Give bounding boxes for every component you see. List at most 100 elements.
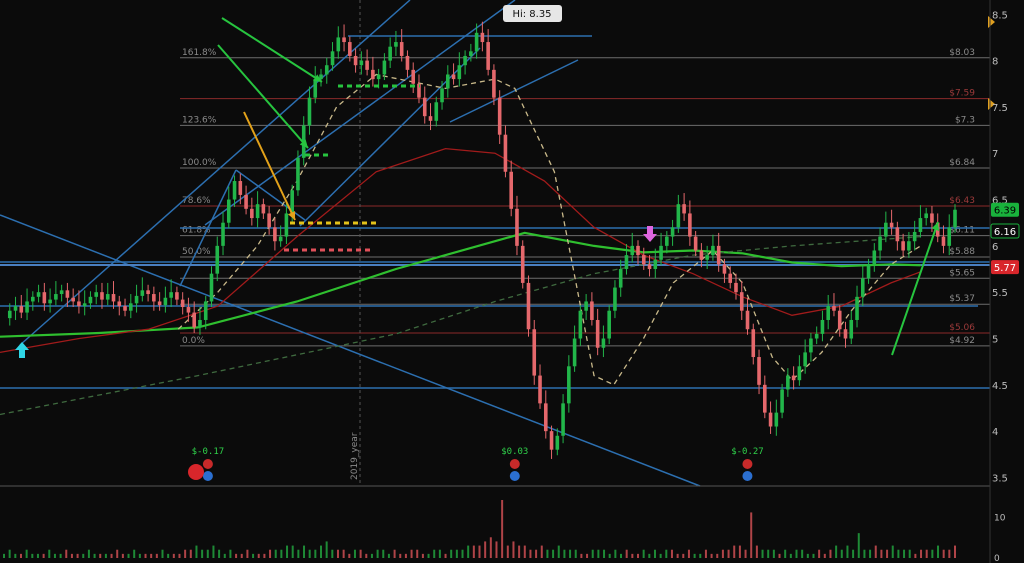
volume-bar	[925, 549, 928, 558]
candle-body	[296, 157, 300, 191]
volume-bar	[331, 549, 334, 558]
volume-bar	[608, 553, 611, 558]
candle-body	[273, 227, 277, 242]
volume-bar	[291, 545, 294, 558]
candle-body	[486, 42, 490, 70]
candle-body	[192, 312, 196, 328]
volume-bar	[359, 549, 362, 558]
volume-bar	[376, 549, 379, 558]
volume-bar	[557, 545, 560, 558]
candle-body	[140, 290, 145, 296]
price-chart[interactable]: 161.8% $8.03$7.59123.6% $7.3100.0% $6.8478.…	[0, 0, 1024, 563]
volume-bar	[540, 545, 543, 558]
earnings-icon	[509, 459, 520, 469]
volume-bar	[653, 549, 656, 558]
y-tick-label: 7.5	[992, 103, 1008, 114]
candle-body	[739, 292, 744, 311]
candle-body	[601, 338, 606, 348]
volume-bar	[620, 553, 623, 558]
candle-body	[515, 208, 519, 246]
candle-body	[77, 301, 81, 307]
volume-bar	[110, 553, 113, 558]
fib-price-label: $8.03	[949, 48, 975, 58]
candle-body	[244, 194, 248, 209]
candle-body	[100, 292, 104, 300]
candle-body	[175, 292, 179, 300]
candle-body	[7, 310, 12, 319]
candle-body	[376, 74, 381, 80]
volume-bar	[733, 545, 736, 558]
candle-body	[607, 310, 611, 339]
volume-bar	[535, 549, 538, 558]
volume-bar	[461, 549, 464, 558]
candle-body	[572, 338, 577, 367]
volume-bar	[818, 549, 821, 558]
candle-body	[751, 329, 756, 358]
candle-body	[768, 412, 773, 427]
candle-body	[463, 55, 467, 66]
candle-body	[716, 245, 721, 265]
candle-body	[457, 65, 462, 80]
candle-body	[797, 366, 802, 381]
volume-bar	[393, 549, 396, 558]
candle-body	[388, 46, 392, 61]
volume-bar	[529, 549, 532, 558]
candle-body	[855, 296, 859, 320]
y-tick-label: 6	[992, 242, 998, 253]
candle-body	[866, 264, 871, 279]
candle-body	[832, 306, 836, 311]
candle-body	[705, 255, 709, 260]
volume-bar	[410, 549, 413, 558]
candle-body	[428, 116, 433, 121]
candle-body	[884, 222, 888, 237]
volume-bar	[172, 553, 175, 558]
volume-bar	[755, 545, 758, 558]
volume-bar	[178, 553, 181, 558]
volume-bar	[552, 549, 555, 558]
volume-bar	[948, 549, 951, 558]
volume-bar	[546, 549, 549, 558]
candle-body	[757, 357, 761, 385]
volume-bar	[167, 553, 170, 558]
y-tick-label: 5.5	[992, 288, 1008, 299]
volume-bar	[614, 549, 617, 558]
conference-call-icon	[188, 464, 204, 480]
volume-bar	[563, 549, 566, 558]
candle-body	[895, 227, 900, 242]
volume-bar	[478, 545, 481, 558]
volume-bar	[14, 553, 17, 558]
candle-body	[520, 245, 525, 283]
candle-body	[670, 227, 675, 237]
candle-body	[353, 55, 358, 66]
volume-bar	[586, 553, 589, 558]
volume-bar	[353, 549, 356, 558]
candle-body	[59, 290, 64, 295]
volume-bar	[812, 553, 815, 558]
volume-bar	[325, 541, 328, 558]
candle-body	[878, 236, 882, 251]
volume-bar	[387, 553, 390, 558]
candle-body	[549, 431, 554, 450]
volume-bar	[727, 549, 730, 558]
candle-body	[820, 319, 825, 334]
volume-bar	[342, 549, 345, 558]
candle-body	[221, 222, 225, 246]
candle-body	[630, 245, 635, 256]
volume-bar	[336, 549, 339, 558]
volume-bar	[201, 549, 204, 558]
candle-body	[278, 236, 283, 242]
candle-body	[94, 292, 99, 297]
candle-body	[947, 227, 952, 246]
volume-bar	[252, 553, 255, 558]
volume-bar	[223, 553, 226, 558]
volume-bar	[274, 549, 277, 558]
volume-bar	[87, 549, 90, 558]
volume-bar	[693, 553, 696, 558]
volume-bar	[3, 553, 5, 558]
candle-body	[786, 375, 790, 390]
volume-bar	[495, 541, 498, 558]
volume-bar	[835, 545, 838, 558]
volume-bar	[676, 553, 679, 558]
candle-body	[348, 42, 352, 56]
volume-bar	[942, 549, 945, 558]
